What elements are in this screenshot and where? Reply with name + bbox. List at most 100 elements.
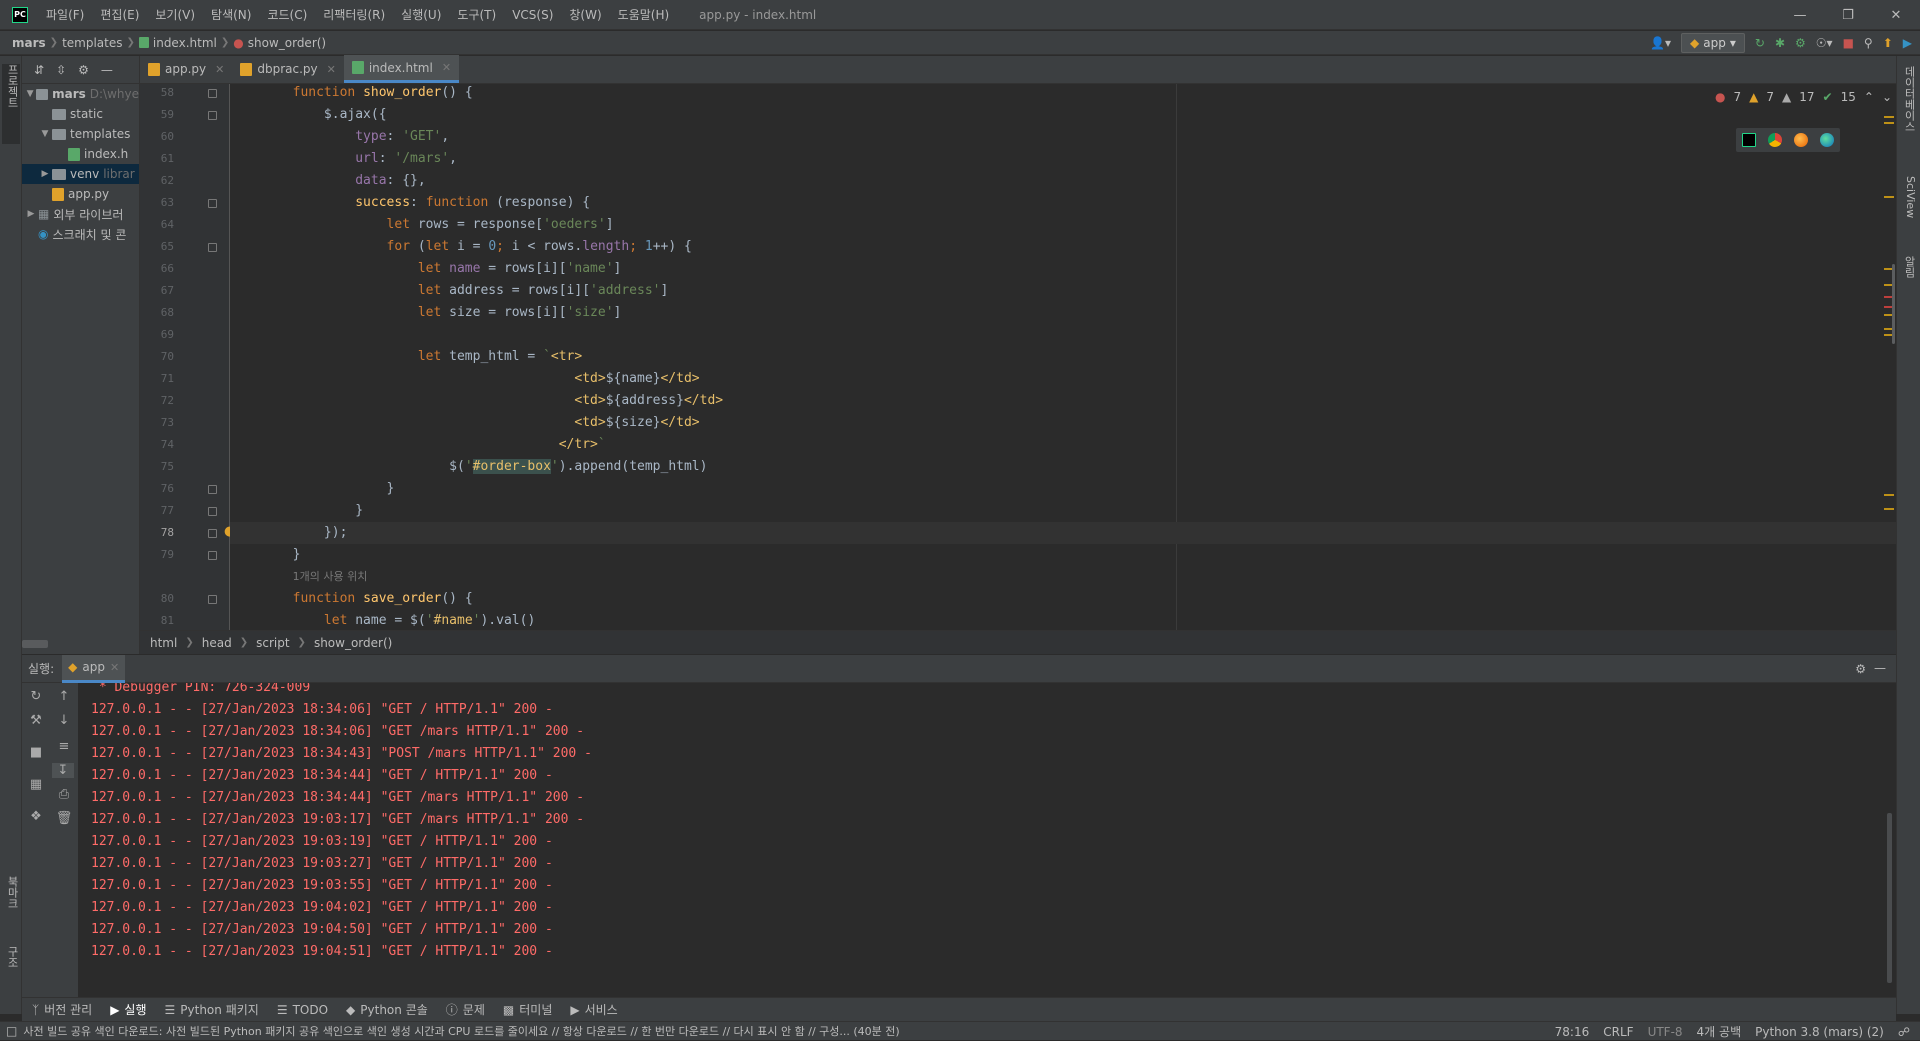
fold-icon[interactable] [208, 111, 217, 120]
warning-mark[interactable] [1884, 196, 1894, 198]
fold-icon[interactable] [208, 507, 217, 516]
edge-icon[interactable] [1820, 133, 1834, 147]
horizontal-scrollbar[interactable] [22, 640, 48, 648]
minimize-icon[interactable]: — [1776, 0, 1824, 30]
structure-tool-tab[interactable]: 구조 [2, 946, 20, 968]
hide-icon[interactable]: — [101, 63, 113, 77]
close-icon[interactable]: ✕ [215, 63, 224, 76]
menu-code[interactable]: 코드(C) [259, 0, 315, 30]
warning-mark[interactable] [1884, 508, 1894, 510]
tree-item-index-html[interactable]: index.h [22, 144, 139, 164]
debug-icon[interactable]: ✱ [1775, 36, 1785, 50]
gear-icon[interactable]: ⚙ [1855, 662, 1866, 676]
caret-position[interactable]: 78:16 [1555, 1025, 1590, 1039]
code-editor[interactable]: 58 59 60 61 62 63 64 65 66 67 68 69 70 7… [140, 84, 1896, 630]
menu-edit[interactable]: 편집(E) [92, 0, 147, 30]
tab-version-control[interactable]: ᛉ 버전 관리 [32, 1001, 92, 1018]
nav-crumb-folder[interactable]: templates [58, 36, 126, 50]
close-icon[interactable]: ✕ [442, 61, 451, 74]
fold-icon[interactable] [208, 89, 217, 98]
menu-help[interactable]: 도움말(H) [610, 0, 678, 30]
bookmarks-tool-tab[interactable]: 북마크 [2, 876, 20, 909]
arrow-up-icon[interactable]: ↑ [54, 689, 74, 704]
scroll-to-end-icon[interactable]: ↧ [52, 763, 74, 778]
rerun-icon[interactable]: ↻ [1755, 36, 1765, 50]
menu-window[interactable]: 창(W) [561, 0, 609, 30]
nav-crumb-file[interactable]: index.html [149, 36, 221, 50]
print-icon[interactable]: ⎙ [54, 787, 74, 802]
coverage-icon[interactable]: ⚙ [1795, 36, 1806, 50]
tree-item-static[interactable]: static [22, 104, 139, 124]
tree-item-external-libraries[interactable]: ▶ ▦ 외부 라이브러 [22, 204, 139, 224]
warning-mark[interactable] [1884, 116, 1894, 118]
error-stripe[interactable] [1880, 84, 1896, 630]
menu-refactor[interactable]: 리팩터링(R) [315, 0, 393, 30]
menu-vcs[interactable]: VCS(S) [504, 0, 561, 30]
nav-crumb-project[interactable]: mars [8, 36, 50, 50]
breadcrumb-function[interactable]: show_order() [314, 636, 392, 650]
file-encoding[interactable]: UTF-8 [1648, 1025, 1683, 1039]
usage-hint-label[interactable]: 1개의 사용 위치 [293, 570, 368, 583]
menu-file[interactable]: 파일(F) [38, 0, 92, 30]
tree-item-templates[interactable]: ▼ templates [22, 124, 139, 144]
close-icon[interactable]: ✕ [327, 63, 336, 76]
tree-item-app-py[interactable]: app.py [22, 184, 139, 204]
fold-icon[interactable] [208, 529, 217, 538]
soft-wrap-icon[interactable]: ≡ [54, 739, 74, 754]
vertical-scrollbar[interactable] [1892, 264, 1895, 344]
tab-dbprac-py[interactable]: dbprac.py ✕ [232, 55, 344, 83]
usage-hint[interactable]: 1개의 사용 위치 [230, 566, 1896, 588]
layout-icon[interactable]: ▦ [26, 777, 46, 792]
chevron-up-icon[interactable]: ⌃ [1864, 90, 1874, 104]
menu-view[interactable]: 보기(V) [147, 0, 203, 30]
tab-run[interactable]: ▶ 실행 [110, 1001, 146, 1018]
tab-python-console[interactable]: ◆ Python 콘솔 [346, 1001, 428, 1018]
plugin-icon[interactable]: ▶ [1903, 36, 1912, 50]
code-area[interactable]: function show_order() { $.ajax({ type: '… [230, 84, 1896, 630]
hide-icon[interactable]: — [1874, 661, 1886, 675]
tree-item-venv[interactable]: ▶ venv librar [22, 164, 139, 184]
pin-icon[interactable]: ❖ [26, 809, 46, 824]
tab-terminal[interactable]: ▩ 터미널 [503, 1001, 552, 1018]
rerun-icon[interactable]: ↻ [26, 689, 46, 704]
fold-icon[interactable] [208, 485, 217, 494]
warning-mark[interactable] [1884, 122, 1894, 124]
run-tab-app[interactable]: ◆ app ✕ [62, 654, 126, 683]
breadcrumb-script[interactable]: script [256, 636, 289, 650]
database-tool-tab[interactable]: 데이터베이스 [1899, 66, 1917, 132]
menu-tools[interactable]: 도구(T) [449, 0, 504, 30]
close-icon[interactable]: ✕ [110, 661, 119, 674]
fold-icon[interactable] [208, 551, 217, 560]
tab-app-py[interactable]: app.py ✕ [140, 55, 232, 83]
breadcrumb-html[interactable]: html [150, 636, 177, 650]
close-icon[interactable]: ✕ [1872, 0, 1920, 30]
profile-icon[interactable]: ☉▾ [1816, 36, 1833, 50]
run-config-select[interactable]: ◆ app ▾ [1681, 33, 1745, 53]
warning-mark[interactable] [1884, 494, 1894, 496]
trash-icon[interactable]: 🗑 [54, 811, 74, 826]
breadcrumb-head[interactable]: head [202, 636, 232, 650]
lock-icon[interactable]: ☍ [1898, 1025, 1910, 1039]
indent-setting[interactable]: 4개 공백 [1697, 1023, 1742, 1040]
menu-run[interactable]: 실행(U) [393, 0, 449, 30]
menu-navigate[interactable]: 탐색(N) [203, 0, 259, 30]
tree-item-mars[interactable]: ▼ mars D:\whye [22, 84, 139, 104]
pycharm-browser-icon[interactable] [1742, 133, 1756, 147]
tab-problems[interactable]: ⓘ 문제 [446, 1001, 485, 1018]
tab-index-html[interactable]: index.html ✕ [343, 55, 460, 83]
fold-icon[interactable] [208, 199, 217, 208]
nav-crumb-function[interactable]: show_order() [244, 36, 330, 50]
stop-icon[interactable]: ■ [26, 745, 46, 760]
firefox-icon[interactable] [1794, 133, 1808, 147]
wrench-icon[interactable]: ⚒ [26, 713, 46, 728]
notifications-tool-tab[interactable]: 알림 [1899, 256, 1917, 278]
arrow-down-icon[interactable]: ↓ [54, 713, 74, 728]
stop-icon[interactable]: ■ [1843, 36, 1854, 50]
tab-todo[interactable]: ☰ TODO [277, 1003, 328, 1017]
python-interpreter[interactable]: Python 3.8 (mars) (2) [1755, 1025, 1884, 1039]
run-console[interactable]: * Debugger PIN: 726-324-009 127.0.0.1 - … [78, 683, 1896, 997]
tree-item-scratches[interactable]: ◉ 스크래치 및 콘 [22, 224, 139, 244]
collapse-all-icon[interactable]: ⇳ [56, 63, 66, 77]
chrome-icon[interactable] [1768, 133, 1782, 147]
project-tool-tab[interactable]: 프로젝트 [2, 64, 20, 144]
